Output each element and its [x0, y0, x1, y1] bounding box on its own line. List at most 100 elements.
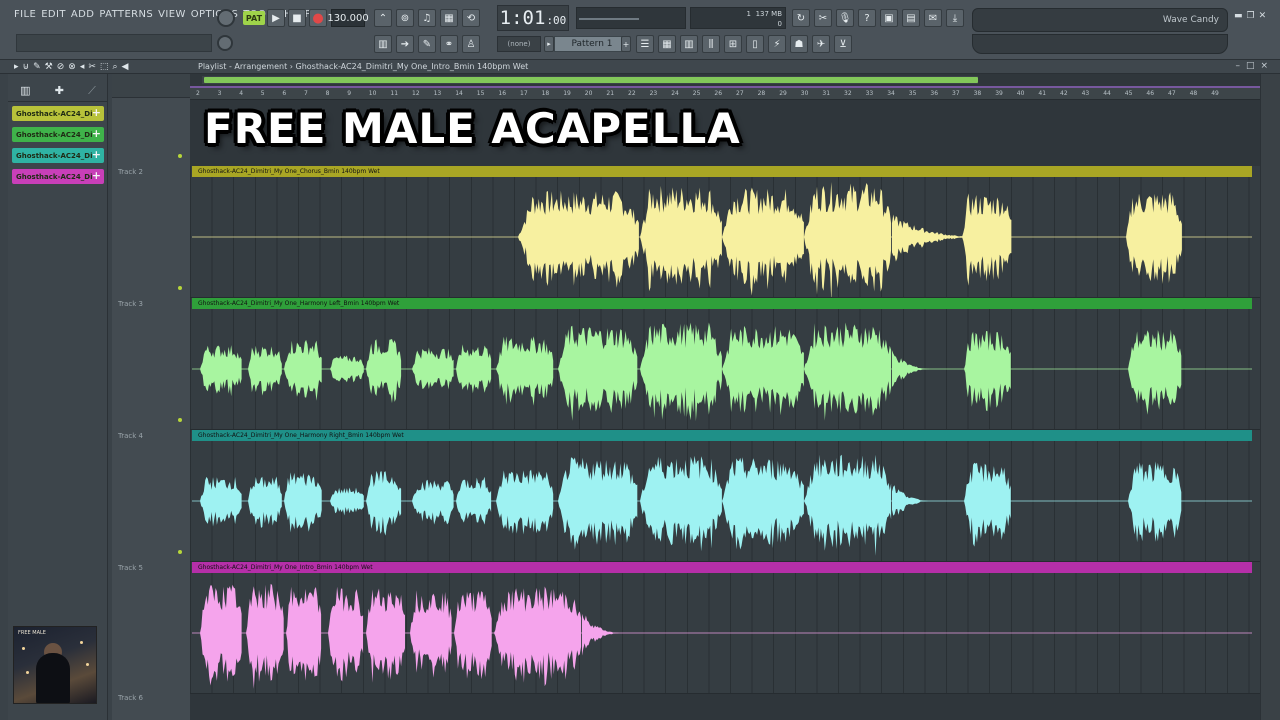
touch-controller-button[interactable]: ☗ — [790, 35, 808, 53]
piano-roll-window-button[interactable]: ▥ — [680, 35, 698, 53]
channel-button[interactable]: ⊞ — [724, 35, 742, 53]
track-enable-dot[interactable] — [178, 286, 182, 290]
render-button[interactable]: ▤ — [902, 9, 920, 27]
plus-icon[interactable]: + — [92, 106, 101, 119]
mute-tool-icon[interactable]: ⊗ — [68, 62, 76, 72]
playlist-button[interactable]: ☰ — [636, 35, 654, 53]
snap-selector[interactable]: (none) — [497, 36, 541, 52]
stop-button[interactable]: ■ — [288, 9, 306, 27]
track-enable-dot[interactable] — [178, 154, 182, 158]
plugin-picker-button[interactable]: ⚡ — [768, 35, 786, 53]
plus-icon[interactable]: + — [92, 148, 101, 161]
pattern-selector[interactable]: Pattern 1 — [554, 36, 630, 52]
channel-rack-button[interactable]: ▦ — [658, 35, 676, 53]
track-lane[interactable]: Ghosthack-AC24_Dimitri_My One_Harmony Le… — [190, 298, 1260, 430]
ruler-bar-number: 37 — [952, 90, 960, 97]
link-button[interactable]: ⚭ — [440, 35, 458, 53]
audio-clip-header[interactable]: Ghosthack-AC24_Dimitri_My One_Intro_Bmin… — [192, 562, 1252, 573]
menu-item-file[interactable]: FILE — [14, 9, 36, 20]
shop-button[interactable]: ⊻ — [834, 35, 852, 53]
picker-view-icon[interactable]: ▥ — [20, 84, 30, 97]
piano-roll-button[interactable]: ▥ — [374, 35, 392, 53]
track-enable-dot[interactable] — [178, 418, 182, 422]
waveform-segment — [328, 586, 364, 682]
playback-tool-icon[interactable]: ◀ — [121, 62, 128, 72]
paint-tool-icon[interactable]: ⚒ — [45, 62, 53, 72]
metronome-button[interactable]: ⌃ — [374, 9, 392, 27]
browser-button[interactable]: ▯ — [746, 35, 764, 53]
countdown-button[interactable]: ♫ — [418, 9, 436, 27]
audio-clip-header[interactable]: Ghosthack-AC24_Dimitri_My One_Harmony Le… — [192, 298, 1252, 309]
pattern-add-button[interactable]: + — [621, 36, 631, 52]
menu-item-view[interactable]: VIEW — [158, 9, 186, 20]
plus-icon[interactable]: + — [92, 169, 101, 182]
track-enable-dot[interactable] — [178, 550, 182, 554]
clip-picker-item[interactable]: Ghosthack-AC24_Di + — [12, 106, 104, 121]
slip-tool-icon[interactable]: ◂ — [80, 62, 85, 72]
rack-icon: ▦ — [662, 38, 672, 50]
restore-icon[interactable]: ❐ — [1247, 11, 1255, 21]
track-label[interactable]: Track 3 — [118, 300, 143, 308]
wait-input-button[interactable]: ⊚ — [396, 9, 414, 27]
cut-button[interactable]: ✂ — [814, 9, 832, 27]
horizontal-scrollbar-thumb[interactable] — [204, 77, 978, 83]
track-lane[interactable]: Ghosthack-AC24_Dimitri_My One_Intro_Bmin… — [190, 562, 1260, 694]
save-button[interactable]: ▣ — [880, 9, 898, 27]
track-lane[interactable]: Ghosthack-AC24_Dimitri_My One_Harmony Ri… — [190, 430, 1260, 562]
magnet-icon[interactable]: ⊍ — [23, 62, 30, 72]
close-icon[interactable]: ✕ — [1259, 11, 1267, 21]
select-tool-icon[interactable]: ⬚ — [100, 62, 109, 72]
mixer-button[interactable]: ⫼ — [702, 35, 720, 53]
track-lane[interactable]: Ghosthack-AC24_Dimitri_My One_Chorus_Bmi… — [190, 166, 1260, 298]
playlist-timeline[interactable]: 2 3 4 5 6 7 8 9 10 11 12 13 14 15 16 17 18 19 20 21 22 23 24 25… — [190, 74, 1260, 720]
audio-clip-header[interactable]: Ghosthack-AC24_Dimitri_My One_Harmony Ri… — [192, 430, 1252, 441]
minimize-icon[interactable]: ▬ — [1234, 11, 1243, 21]
clip-picker-item[interactable]: Ghosthack-AC24_Di + — [12, 169, 104, 184]
delete-tool-icon[interactable]: ⊘ — [57, 62, 65, 72]
track-label[interactable]: Track 5 — [118, 564, 143, 572]
record-button[interactable]: ● — [309, 9, 327, 27]
master-pitch-knob[interactable] — [217, 35, 233, 51]
ruler-bar-number: 12 — [412, 90, 420, 97]
tempo-display[interactable]: 130.000 — [327, 9, 369, 27]
undo-button[interactable]: ↻ — [792, 9, 810, 27]
step-seq-button[interactable]: ➔ — [396, 35, 414, 53]
pencil-tool-icon[interactable]: ✎ — [33, 62, 41, 72]
track-label[interactable]: Track 6 — [118, 694, 143, 702]
project-picker-button[interactable]: ✈ — [812, 35, 830, 53]
playlist-minimize-icon[interactable]: – — [1235, 61, 1240, 71]
zoom-tool-icon[interactable]: ⌕ — [112, 62, 117, 72]
clip-picker-item[interactable]: Ghosthack-AC24_Di + — [12, 127, 104, 142]
download-button[interactable]: ⤓ — [946, 9, 964, 27]
snap-button[interactable]: ♙ — [462, 35, 480, 53]
slice-tool-icon[interactable]: ✂ — [88, 62, 96, 72]
blend-notes-button[interactable]: ▦ — [440, 9, 458, 27]
plugin-monitor[interactable]: Wave Candy — [972, 8, 1228, 32]
plus-icon[interactable]: + — [92, 127, 101, 140]
picker-link-icon[interactable]: ⟋ — [88, 84, 96, 98]
pattern-prev-button[interactable]: ▸ — [544, 36, 554, 52]
vertical-scrollbar[interactable] — [1260, 74, 1280, 720]
master-volume-knob[interactable] — [217, 9, 235, 27]
waveform-segment — [330, 355, 364, 383]
mic-button[interactable]: 🎙 — [836, 9, 854, 27]
time-ruler[interactable]: 2 3 4 5 6 7 8 9 10 11 12 13 14 15 16 17 18 19 20 21 22 23 24 25… — [190, 88, 1260, 100]
typing-keyboard-button[interactable]: ✎ — [418, 35, 436, 53]
playlist-close-icon[interactable]: × — [1260, 61, 1268, 71]
pattern-song-toggle[interactable]: PAT — [243, 11, 265, 25]
playlist-maximize-icon[interactable]: □ — [1246, 61, 1255, 71]
picker-add-icon[interactable]: ✚ — [55, 84, 64, 97]
menu-arrow-icon[interactable]: ▸ — [14, 62, 19, 72]
help-button[interactable]: ? — [858, 9, 876, 27]
clip-picker-item[interactable]: Ghosthack-AC24_Di + — [12, 148, 104, 163]
song-position-display[interactable]: 1:01:00 — [497, 5, 569, 31]
menu-item-patterns[interactable]: PATTERNS — [99, 9, 153, 20]
track-label[interactable]: Track 2 — [118, 168, 143, 176]
track-label[interactable]: Track 4 — [118, 432, 143, 440]
play-button[interactable]: ▶ — [267, 9, 285, 27]
audio-clip-header[interactable]: Ghosthack-AC24_Dimitri_My One_Chorus_Bmi… — [192, 166, 1252, 177]
menu-item-add[interactable]: ADD — [71, 9, 94, 20]
loop-record-button[interactable]: ⟲ — [462, 9, 480, 27]
menu-item-edit[interactable]: EDIT — [41, 9, 66, 20]
chat-button[interactable]: ✉ — [924, 9, 942, 27]
